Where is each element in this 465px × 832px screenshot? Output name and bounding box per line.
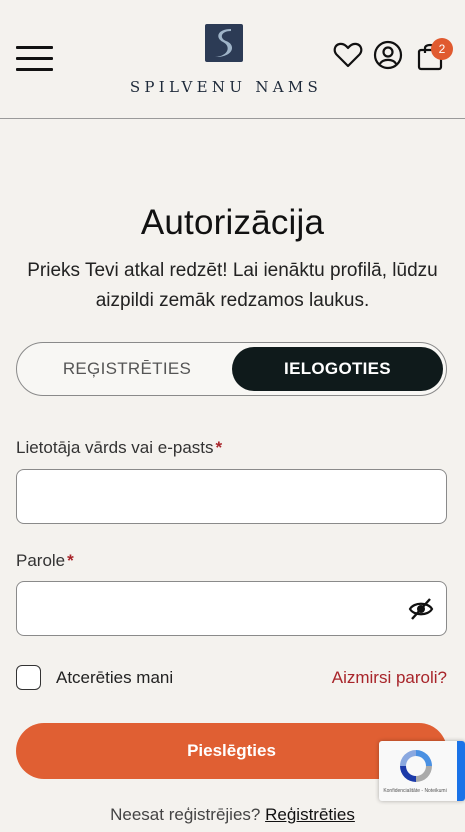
username-label-text: Lietotāja vārds vai e-pasts <box>16 438 214 457</box>
recaptcha-badge[interactable]: Konfidencialitāte - Noteikumi <box>379 741 465 801</box>
brand-name: SPILVENU NAMS <box>129 78 323 96</box>
password-field[interactable] <box>16 581 447 636</box>
auth-mode-toggle: REĢISTRĒTIES IELOGOTIES <box>16 342 447 396</box>
brand-logo[interactable]: SPILVENU NAMS <box>116 22 336 98</box>
register-prompt: Neesat reģistrējies? Reģistrēties <box>0 805 465 825</box>
remember-checkbox[interactable] <box>16 665 41 690</box>
remember-label[interactable]: Atcerēties mani <box>56 668 173 688</box>
register-link[interactable]: Reģistrēties <box>265 805 355 824</box>
username-label: Lietotāja vārds vai e-pasts * <box>16 438 222 458</box>
menu-icon[interactable] <box>16 46 54 72</box>
site-header: SPILVENU NAMS 2 <box>0 0 465 119</box>
logo-mark-icon <box>205 24 243 62</box>
required-mark: * <box>215 438 223 457</box>
page-subtitle: Prieks Tevi atkal redzēt! Lai ienāktu pr… <box>27 260 438 311</box>
tab-register[interactable]: REĢISTRĒTIES <box>21 347 233 391</box>
recaptcha-icon <box>400 750 432 782</box>
page-title: Autorizācija <box>140 203 325 242</box>
required-mark: * <box>67 551 74 570</box>
menu-icon-line <box>16 68 53 71</box>
recaptcha-text[interactable]: Konfidencialitāte - Noteikumi <box>379 788 451 794</box>
tab-login[interactable]: IELOGOTIES <box>232 347 443 391</box>
menu-icon-line <box>16 46 53 49</box>
heart-icon[interactable] <box>333 40 363 70</box>
user-icon[interactable] <box>373 40 403 70</box>
register-prompt-text: Neesat reģistrējies? <box>110 805 261 824</box>
menu-icon-line <box>16 57 53 60</box>
password-label-text: Parole <box>16 551 66 570</box>
username-field[interactable] <box>16 469 447 524</box>
cart-count-badge: 2 <box>431 38 453 60</box>
password-label: Parole * <box>16 551 74 571</box>
recaptcha-strip <box>457 741 465 801</box>
eye-off-icon[interactable] <box>408 597 434 621</box>
forgot-password-link[interactable]: Aizmirsi paroli? <box>332 668 447 688</box>
